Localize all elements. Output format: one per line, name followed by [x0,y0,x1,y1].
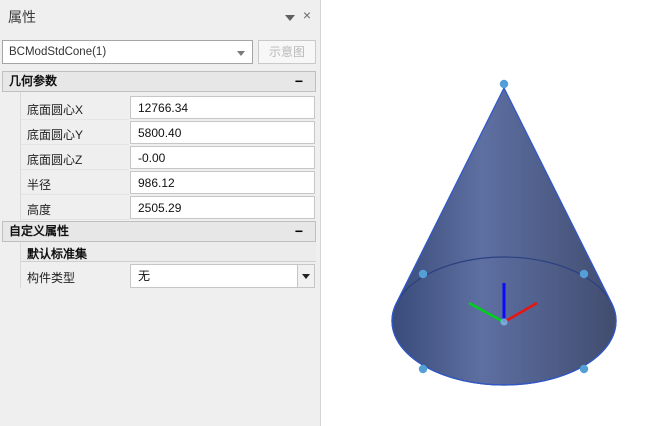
property-label-base-center-z: 底面圆心Z [21,145,129,170]
rim-handle-back-right[interactable] [579,269,589,279]
standard-set-subheader: 默认标准集 [21,242,316,262]
property-field-radius[interactable] [130,171,315,194]
property-field-base-center-x[interactable] [130,96,315,119]
property-field-height[interactable] [130,196,315,219]
property-label-component-type: 构件类型 [27,271,76,285]
property-label-base-center-x: 底面圆心X [21,95,129,120]
object-selector-combobox[interactable]: BCModStdCone(1) [2,40,253,64]
section-header-geometry[interactable]: 几何参数 − [2,71,316,92]
component-type-value: 无 [138,269,151,283]
property-field-base-center-y[interactable] [130,121,315,144]
schematic-button[interactable]: 示意图 [258,40,316,64]
panel-menu-chevron-icon[interactable] [285,15,295,21]
property-label-base-center-y: 底面圆心Y [21,120,129,145]
collapse-icon[interactable]: − [295,222,303,241]
close-icon[interactable]: × [300,6,314,24]
apex-handle[interactable] [499,79,509,89]
section-header-geometry-label: 几何参数 [9,74,58,88]
cone-3d-preview [391,79,617,386]
object-selector-value: BCModStdCone(1) [9,46,107,58]
rim-handle-front-left[interactable] [418,364,428,374]
dropdown-arrow-button[interactable] [297,265,314,287]
properties-panel: 属性 × BCModStdCone(1) 示意图 几何参数 − 底面圆心X 底面… [0,0,321,426]
property-field-base-center-z[interactable] [130,146,315,169]
panel-title: 属性 [8,9,36,25]
combo-dropdown-arrow-icon [237,51,245,56]
section-header-custom-properties[interactable]: 自定义属性 − [2,221,316,242]
panel-titlebar: 属性 × [0,0,320,34]
property-label-radius: 半径 [21,170,129,195]
app-window: 属性 × BCModStdCone(1) 示意图 几何参数 − 底面圆心X 底面… [0,0,645,426]
rim-handle-back-left[interactable] [418,269,428,279]
rim-handle-front-right[interactable] [579,364,589,374]
model-viewport[interactable] [321,0,645,426]
section-header-custom-label: 自定义属性 [9,224,70,238]
origin-handle[interactable] [500,318,508,326]
component-type-dropdown[interactable]: 无 [130,264,315,288]
property-label-height: 高度 [21,195,129,220]
collapse-icon[interactable]: − [295,72,303,91]
